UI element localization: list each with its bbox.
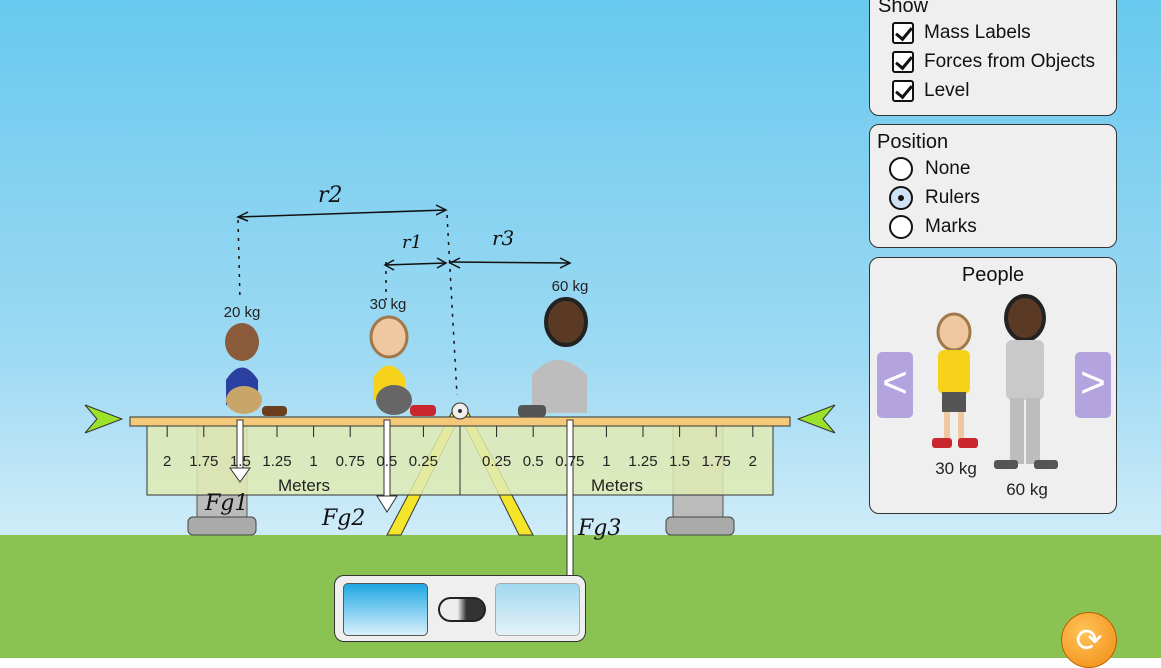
mass-labels-checkbox[interactable]: Mass Labels — [892, 18, 1108, 47]
person-20kg[interactable] — [225, 323, 287, 416]
level-indicator-right-icon — [796, 404, 836, 434]
radio-label: Marks — [925, 215, 977, 237]
person-30kg[interactable] — [369, 315, 436, 416]
supports-mode-icon[interactable] — [343, 583, 428, 636]
radio-label: None — [925, 157, 971, 179]
checkbox-icon[interactable] — [892, 79, 914, 102]
ruler-tick-label: 1 — [602, 453, 611, 470]
checkbox-label: Mass Labels — [924, 21, 1031, 43]
level-indicator-left-icon — [84, 404, 124, 434]
ruler-unit-left: Meters — [278, 476, 330, 495]
checkbox-icon[interactable] — [892, 21, 914, 44]
ruler-tick-label: 1.25 — [628, 453, 658, 470]
mode-toggle-panel — [334, 575, 586, 642]
radio-icon[interactable] — [889, 185, 913, 210]
radio-label: Rulers — [925, 186, 980, 208]
person-30kg-icon[interactable] — [932, 312, 978, 448]
person-60kg[interactable] — [518, 297, 588, 417]
people-panel-title: People — [961, 264, 1025, 286]
position-rulers-radio[interactable]: Rulers — [889, 183, 1109, 212]
ruler-tick-label: 1.5 — [669, 453, 691, 470]
ruler-tick-label: 2 — [748, 453, 757, 470]
ruler-tick-label: 1.5 — [229, 453, 251, 470]
ruler-tick-label: 1.75 — [189, 453, 219, 470]
annotation-fg1: Fg1 — [204, 491, 248, 516]
forces-from-objects-checkbox[interactable]: Forces from Objects — [892, 47, 1108, 76]
ruler-tick-label: 1.25 — [262, 453, 292, 470]
ruler-tick-label: 0.75 — [335, 453, 365, 470]
annotation-r1: r1 — [402, 232, 422, 253]
annotation-r3: r3 — [492, 226, 514, 250]
people-panel: People < > 30 kg 60 kg — [869, 257, 1117, 514]
ruler-tick-label: 0.5 — [522, 453, 544, 470]
person-mass-label: 30 kg — [935, 459, 977, 478]
reset-all-button[interactable]: ⟳ — [1061, 612, 1117, 668]
mass-label: 60 kg — [551, 278, 589, 295]
annotation-fg3: Fg3 — [577, 516, 621, 541]
ruler-tick-label: 0.5 — [376, 453, 398, 470]
position-panel-title: Position — [877, 131, 949, 153]
radio-icon[interactable] — [889, 156, 913, 181]
person-60kg-icon[interactable] — [994, 294, 1058, 469]
ruler-unit-right: Meters — [591, 476, 643, 495]
annotation-r2: r2 — [318, 183, 343, 208]
mode-toggle-switch[interactable] — [438, 597, 486, 622]
ruler-tick-label: 0.25 — [408, 453, 438, 470]
ruler-tick-label: 2 — [163, 453, 172, 470]
ruler-tick-label: 1.75 — [701, 453, 731, 470]
position-marks-radio[interactable]: Marks — [889, 212, 1109, 241]
ruler-tick-label: 1 — [309, 453, 318, 470]
show-panel: Show Mass Labels Forces from Objects Lev… — [869, 0, 1117, 116]
mass-label: 30 kg — [369, 296, 407, 313]
ruler-tick-label: 0.75 — [555, 453, 585, 470]
checkbox-icon[interactable] — [892, 50, 914, 73]
annotation-fg2: Fg2 — [321, 506, 365, 531]
position-none-radio[interactable]: None — [889, 154, 1109, 183]
ruler-tick-label: 0.25 — [481, 453, 512, 470]
show-panel-title: Show — [878, 0, 929, 17]
level-checkbox[interactable]: Level — [892, 76, 1108, 105]
no-supports-mode-icon[interactable] — [495, 583, 580, 636]
person-mass-label: 60 kg — [1006, 480, 1048, 499]
mass-label: 20 kg — [223, 304, 261, 321]
radio-icon[interactable] — [889, 214, 913, 239]
checkbox-label: Forces from Objects — [924, 50, 1096, 72]
checkbox-label: Level — [924, 79, 970, 101]
position-panel: Position None Rulers Marks — [869, 124, 1117, 248]
